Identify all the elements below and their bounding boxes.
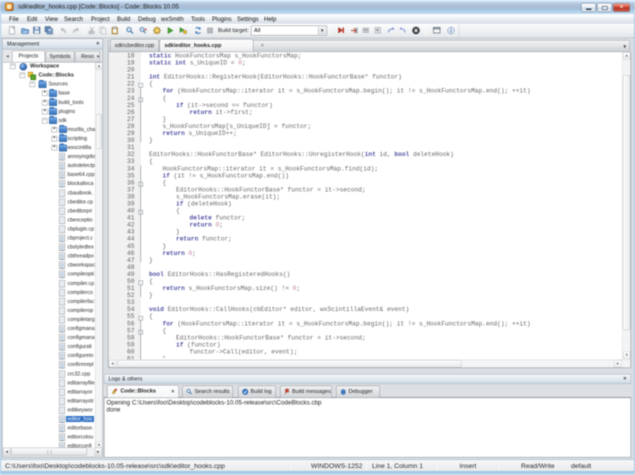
svg-text:a: a	[145, 27, 148, 32]
